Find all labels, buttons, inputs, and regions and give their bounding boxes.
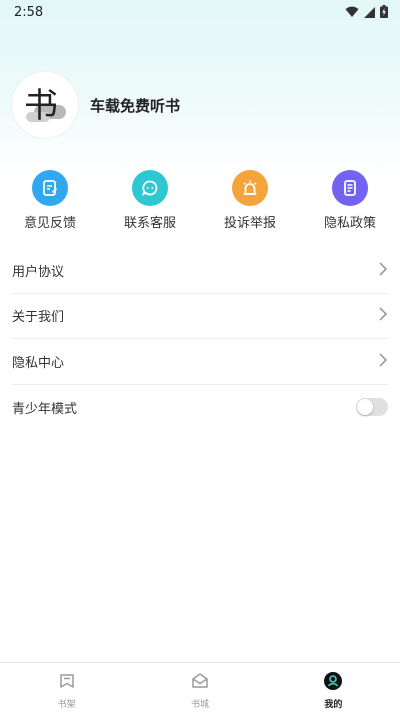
battery-charging-icon bbox=[380, 3, 388, 22]
shortcut-privacy-policy[interactable]: 隐私政策 bbox=[300, 170, 400, 232]
tab-label: 我的 bbox=[324, 700, 343, 710]
feedback-icon bbox=[32, 170, 68, 206]
alarm-icon bbox=[232, 170, 268, 206]
shortcut-grid: 意见反馈 联系客服 投诉举报 隐私政策 bbox=[0, 170, 400, 232]
bookshelf-icon bbox=[57, 671, 77, 695]
shortcut-label: 隐私政策 bbox=[323, 216, 376, 231]
settings-menu: 用户协议 关于我们 隐私中心 青少年模式 bbox=[12, 248, 388, 430]
menu-item-teen-mode: 青少年模式 bbox=[12, 385, 388, 431]
profile-header: 书 车载免费听书 bbox=[12, 72, 180, 138]
chevron-right-icon bbox=[378, 261, 388, 280]
bookstore-icon bbox=[190, 671, 210, 695]
tab-bookshelf[interactable]: 书架 bbox=[0, 663, 133, 712]
profile-icon bbox=[323, 671, 343, 695]
chevron-right-icon bbox=[378, 306, 388, 325]
shortcut-label: 投诉举报 bbox=[223, 216, 276, 231]
teen-mode-toggle[interactable] bbox=[356, 398, 388, 417]
shortcut-label: 意见反馈 bbox=[23, 216, 76, 231]
menu-item-about-us[interactable]: 关于我们 bbox=[12, 294, 388, 339]
chevron-right-icon bbox=[378, 352, 388, 371]
bottom-tab-bar: 书架 书城 我的 bbox=[0, 662, 400, 712]
signal-icon bbox=[364, 3, 375, 22]
tab-label: 书城 bbox=[190, 700, 209, 710]
menu-item-label: 隐私中心 bbox=[12, 355, 65, 371]
status-bar: 2:58 bbox=[0, 0, 400, 24]
status-time: 2:58 bbox=[14, 4, 44, 20]
toggle-knob bbox=[357, 399, 373, 416]
avatar-glyph: 书 bbox=[24, 85, 58, 126]
menu-item-user-agreement[interactable]: 用户协议 bbox=[12, 248, 388, 294]
shortcut-feedback[interactable]: 意见反馈 bbox=[0, 170, 100, 232]
menu-item-label: 用户协议 bbox=[12, 264, 65, 280]
tab-label: 书架 bbox=[57, 700, 76, 710]
shortcut-customer-service[interactable]: 联系客服 bbox=[100, 170, 200, 232]
chat-icon bbox=[132, 170, 168, 206]
status-icons bbox=[345, 3, 388, 22]
menu-item-label: 关于我们 bbox=[12, 310, 65, 326]
avatar[interactable]: 书 bbox=[12, 72, 78, 138]
menu-item-privacy-center[interactable]: 隐私中心 bbox=[12, 339, 388, 385]
menu-item-label: 青少年模式 bbox=[12, 401, 78, 417]
tab-bookstore[interactable]: 书城 bbox=[133, 663, 266, 712]
tab-mine[interactable]: 我的 bbox=[267, 663, 400, 712]
app-name: 车载免费听书 bbox=[90, 96, 181, 115]
wifi-icon bbox=[345, 3, 359, 22]
policy-doc-icon bbox=[332, 170, 368, 206]
shortcut-report[interactable]: 投诉举报 bbox=[200, 170, 300, 232]
shortcut-label: 联系客服 bbox=[123, 216, 176, 231]
